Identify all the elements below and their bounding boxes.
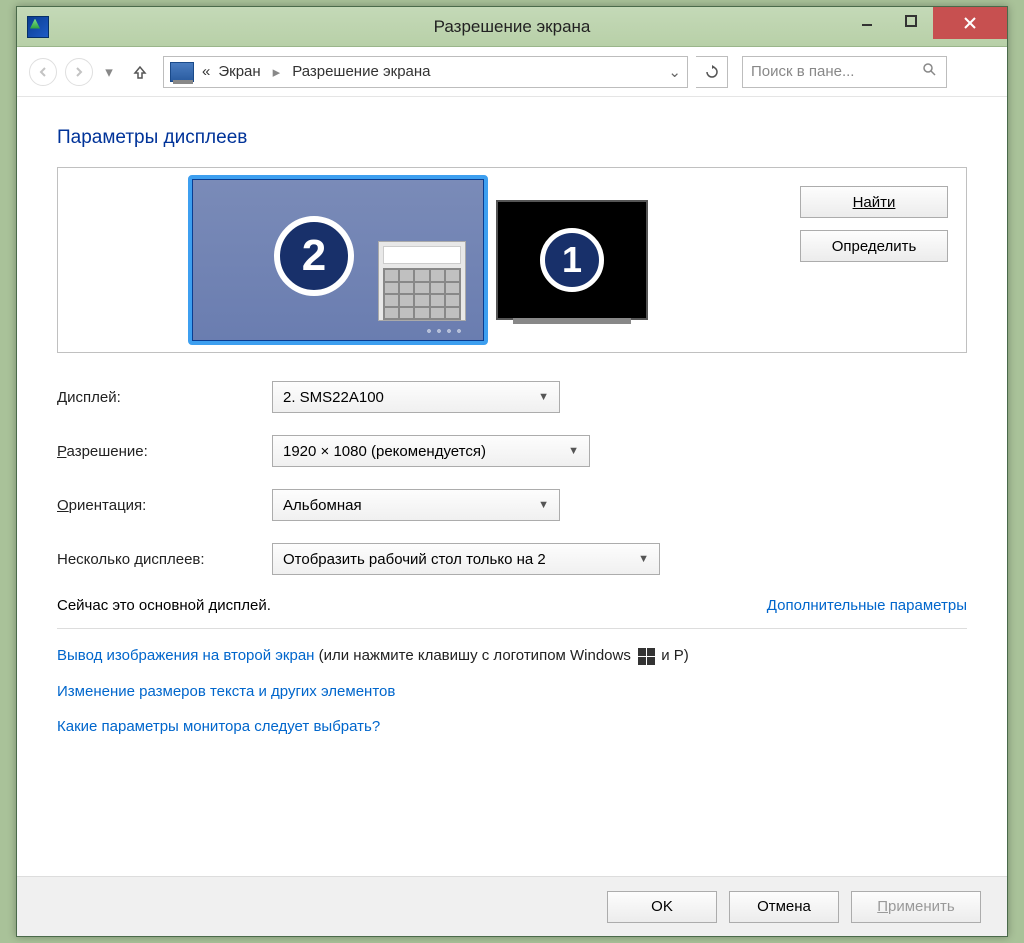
which-settings-link[interactable]: Какие параметры монитора следует выбрать… (57, 718, 380, 735)
up-button[interactable] (129, 63, 151, 81)
minimize-button[interactable] (845, 7, 889, 35)
maximize-button[interactable] (889, 7, 933, 35)
address-dropdown[interactable]: ⌄ (668, 63, 681, 81)
breadcrumb-prefix: « (202, 63, 210, 80)
orientation-label: Ориентация: (57, 497, 272, 514)
search-icon (922, 62, 938, 82)
cancel-button[interactable]: Отмена (729, 891, 839, 923)
text-size-link[interactable]: Изменение размеров текста и других элеме… (57, 683, 395, 700)
page-heading: Параметры дисплеев (57, 127, 967, 149)
main-display-status: Сейчас это основной дисплей. (57, 597, 271, 614)
titlebar: Разрешение экрана (17, 7, 1007, 47)
chevron-down-icon: ▼ (538, 499, 549, 511)
detect-button[interactable]: Найти (800, 186, 948, 218)
resolution-select[interactable]: 1920 × 1080 (рекомендуется) ▼ (272, 435, 590, 467)
ok-button[interactable]: OK (607, 891, 717, 923)
search-placeholder: Поиск в пане... (751, 63, 854, 80)
display-select[interactable]: 2. SMS22A100 ▼ (272, 381, 560, 413)
chevron-down-icon: ▼ (638, 553, 649, 565)
display-arrangement[interactable]: 2 1 Найти Определить (57, 167, 967, 353)
windows-logo-icon (637, 647, 655, 665)
window-overlay-icon (378, 241, 466, 321)
search-input[interactable]: Поиск в пане... (742, 56, 947, 88)
divider (57, 628, 967, 629)
display-label: Дисплей: (57, 389, 272, 406)
nav-toolbar: ▾ « Экран ▸ Разрешение экрана ⌄ Поиск в … (17, 47, 1007, 97)
monitor-icon (170, 62, 194, 82)
address-bar[interactable]: « Экран ▸ Разрешение экрана ⌄ (163, 56, 688, 88)
resolution-label: Разрешение: (57, 443, 272, 460)
history-dropdown[interactable]: ▾ (101, 63, 117, 81)
chevron-right-icon: ▸ (273, 63, 281, 81)
back-button[interactable] (29, 58, 57, 86)
orientation-select[interactable]: Альбомная ▼ (272, 489, 560, 521)
forward-button[interactable] (65, 58, 93, 86)
breadcrumb-screen[interactable]: Экран (218, 63, 260, 80)
monitor-2-number: 2 (274, 216, 354, 296)
monitor-2[interactable]: 2 (188, 175, 488, 345)
advanced-settings-link[interactable]: Дополнительные параметры (767, 597, 967, 614)
identify-button[interactable]: Определить (800, 230, 948, 262)
chevron-down-icon: ▼ (538, 391, 549, 403)
close-button[interactable] (933, 7, 1007, 39)
breadcrumb-resolution[interactable]: Разрешение экрана (292, 63, 430, 80)
apply-button[interactable]: Применить (851, 891, 981, 923)
content-area: Параметры дисплеев 2 1 Найти Определить (17, 97, 1007, 876)
multiple-displays-select[interactable]: Отобразить рабочий стол только на 2 ▼ (272, 543, 660, 575)
chevron-down-icon: ▼ (568, 445, 579, 457)
monitor-1-number: 1 (540, 228, 604, 292)
refresh-button[interactable] (696, 56, 728, 88)
project-second-screen-link[interactable]: Вывод изображения на второй экран (57, 647, 314, 664)
monitor-1[interactable]: 1 (496, 200, 648, 320)
dialog-footer: OK Отмена Применить (17, 876, 1007, 936)
screen-resolution-window: Разрешение экрана ▾ « Экран ▸ (16, 6, 1008, 937)
multiple-displays-label: Несколько дисплеев: (57, 551, 272, 568)
